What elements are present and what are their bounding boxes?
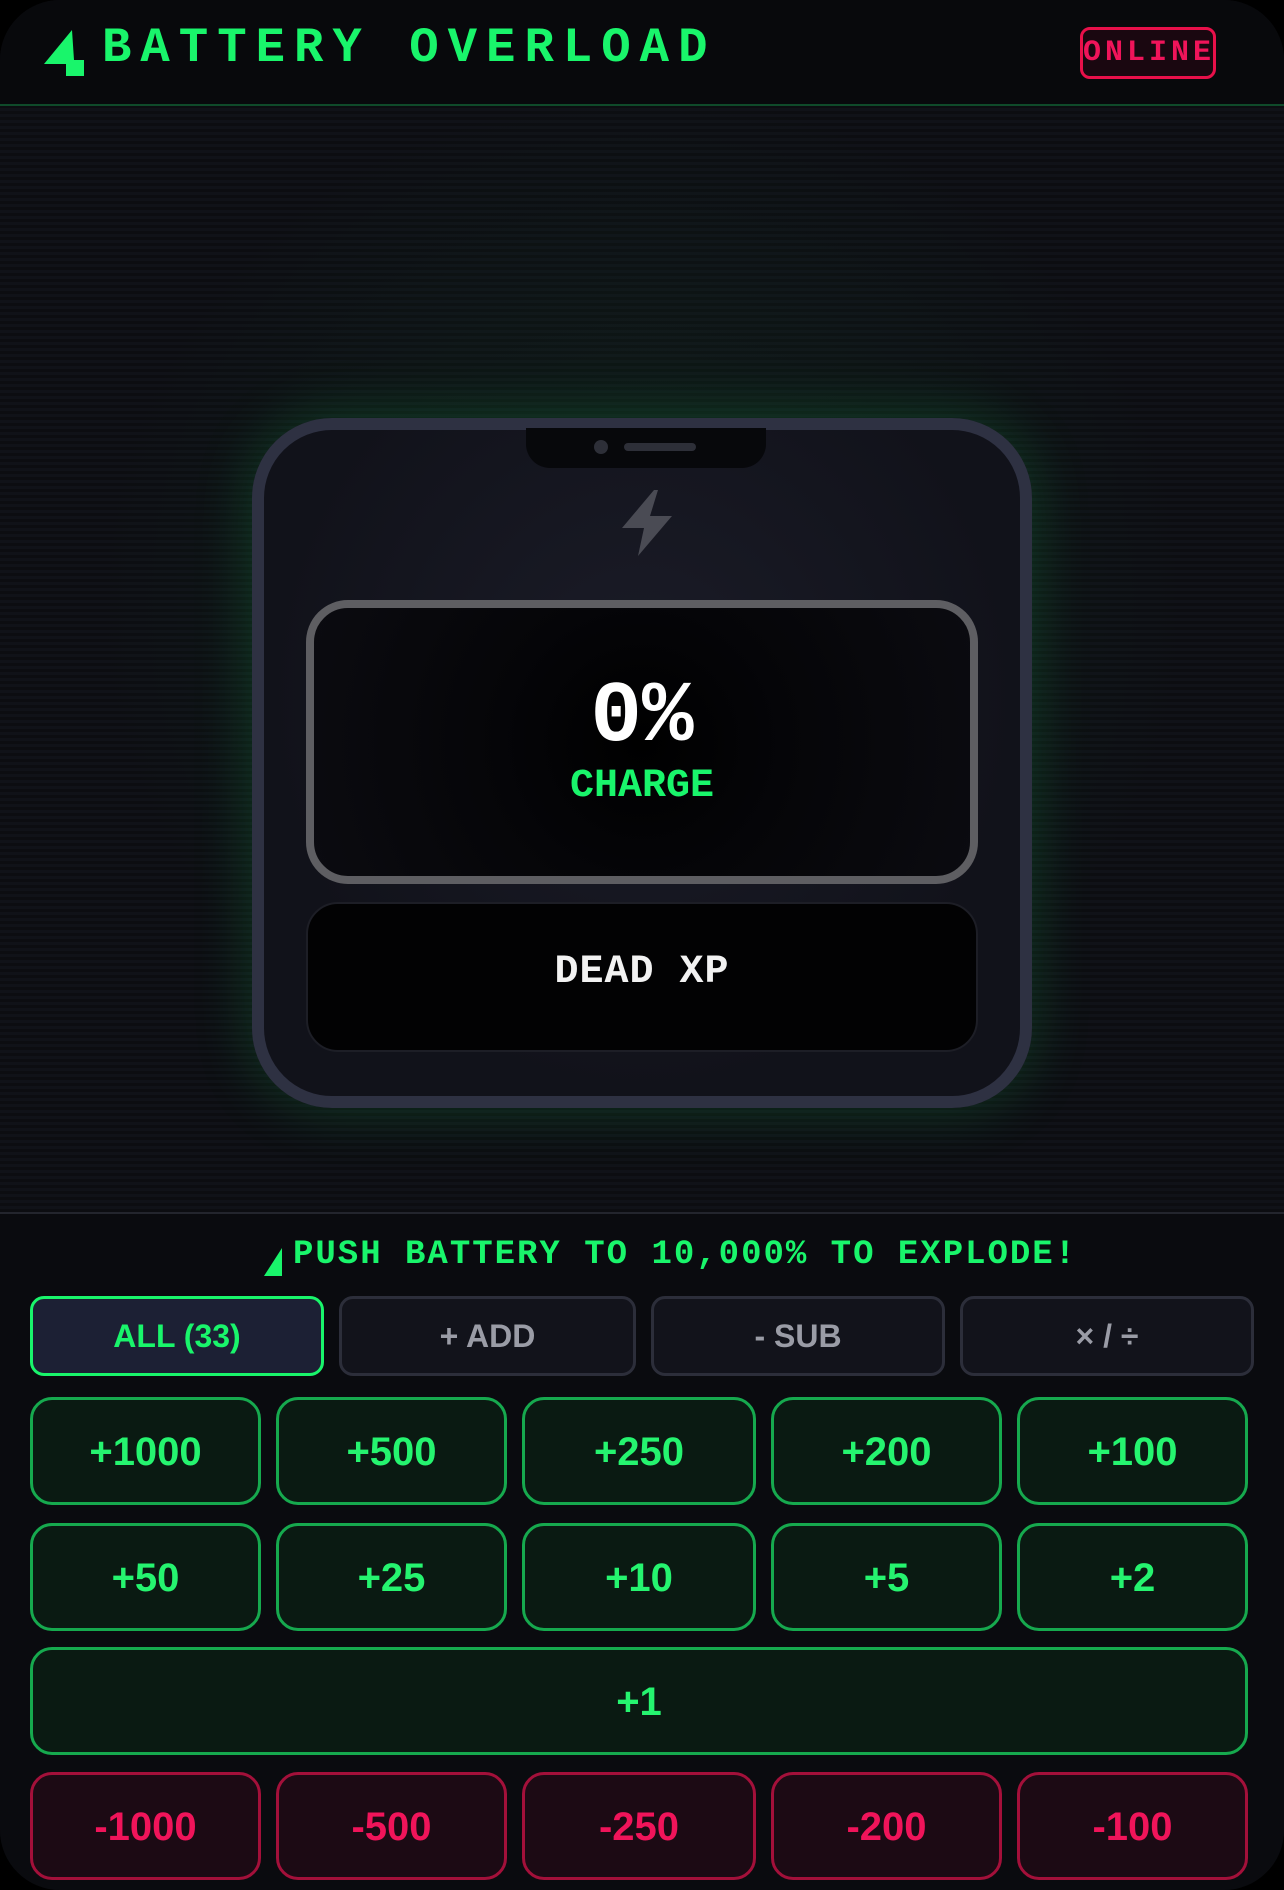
- add-2-button[interactable]: +2: [1017, 1523, 1248, 1631]
- status-badge: ONLINE: [1080, 27, 1216, 79]
- add-250-button[interactable]: +250: [522, 1397, 756, 1505]
- sub-100-button[interactable]: -100: [1017, 1772, 1248, 1880]
- lightning-bolt-icon: [622, 490, 672, 556]
- xp-label: DEAD XP: [554, 950, 730, 995]
- lightning-bolt-icon: [44, 30, 84, 76]
- tab-sub[interactable]: - SUB: [651, 1296, 945, 1376]
- charge-display: 0% CHARGE: [306, 600, 978, 884]
- sub-200-button[interactable]: -200: [771, 1772, 1002, 1880]
- phone-notch: [526, 428, 766, 468]
- add-25-button[interactable]: +25: [276, 1523, 507, 1631]
- tab-mul-div[interactable]: × / ÷: [960, 1296, 1254, 1376]
- charge-value: 0%: [590, 668, 694, 766]
- add-1000-button[interactable]: +1000: [30, 1397, 261, 1505]
- goal-text: PUSH BATTERY TO 10,000% TO EXPLODE!: [293, 1236, 1078, 1274]
- header-bar: BATTERY OVERLOAD ONLINE: [0, 0, 1284, 106]
- charge-label: CHARGE: [569, 764, 715, 809]
- add-100-button[interactable]: +100: [1017, 1397, 1248, 1505]
- game-screen: BATTERY OVERLOAD ONLINE 0% CHARGE DEAD X…: [0, 0, 1284, 1890]
- game-title: BATTERY OVERLOAD: [102, 20, 717, 76]
- sub-250-button[interactable]: -250: [522, 1772, 756, 1880]
- add-50-button[interactable]: +50: [30, 1523, 261, 1631]
- tab-add[interactable]: + ADD: [339, 1296, 636, 1376]
- sub-500-button[interactable]: -500: [276, 1772, 507, 1880]
- add-5-button[interactable]: +5: [771, 1523, 1002, 1631]
- battery-stage: 0% CHARGE DEAD XP: [0, 106, 1284, 1212]
- sub-1000-button[interactable]: -1000: [30, 1772, 261, 1880]
- add-200-button[interactable]: +200: [771, 1397, 1002, 1505]
- camera-dot: [594, 440, 608, 454]
- lightning-bolt-icon: [264, 1248, 282, 1276]
- tab-all[interactable]: ALL (33): [30, 1296, 324, 1376]
- add-1-button[interactable]: +1: [30, 1647, 1248, 1755]
- control-panel: PUSH BATTERY TO 10,000% TO EXPLODE! ALL …: [0, 1212, 1284, 1890]
- speaker-slot: [624, 443, 696, 451]
- xp-panel: DEAD XP: [306, 902, 978, 1052]
- add-500-button[interactable]: +500: [276, 1397, 507, 1505]
- phone-battery: 0% CHARGE DEAD XP: [252, 418, 1032, 1108]
- add-10-button[interactable]: +10: [522, 1523, 756, 1631]
